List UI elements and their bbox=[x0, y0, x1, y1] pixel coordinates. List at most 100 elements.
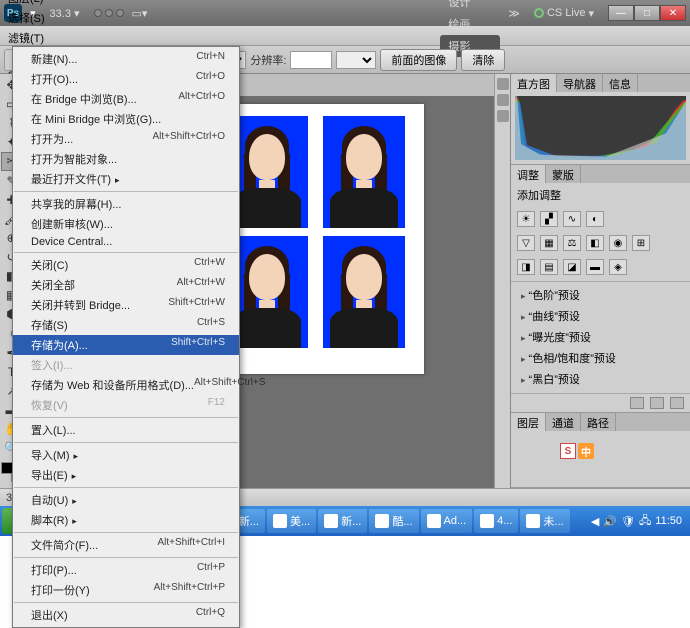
file-menu-item[interactable]: 最近打开文件(T) bbox=[13, 169, 239, 189]
title-zoom: 33.3 ▾ bbox=[50, 7, 80, 20]
adj-footer-icon[interactable] bbox=[650, 397, 664, 409]
menu-5[interactable]: 滤镜(T) bbox=[2, 28, 54, 48]
taskbar-item[interactable]: 未... bbox=[520, 509, 569, 533]
cs-live-button[interactable]: CS Live ▾ bbox=[528, 7, 600, 20]
file-menu-item[interactable]: 置入(L)... bbox=[13, 420, 239, 440]
vibrance-icon[interactable]: ▽ bbox=[517, 235, 535, 251]
taskbar-item[interactable]: 新... bbox=[318, 509, 367, 533]
chanmix-icon[interactable]: ⊞ bbox=[632, 235, 650, 251]
workspace-mode-tab[interactable]: 绘画 bbox=[440, 13, 500, 35]
file-menu-item[interactable]: 打开(O)...Ctrl+O bbox=[13, 69, 239, 89]
sogou-badge[interactable]: S bbox=[560, 443, 576, 459]
photo-filter-icon[interactable]: ◉ bbox=[609, 235, 627, 251]
more-modes-icon[interactable]: ≫ bbox=[508, 7, 520, 20]
panel-tab[interactable]: 调整 bbox=[511, 165, 546, 183]
curves-icon[interactable]: ∿ bbox=[563, 211, 581, 227]
adjustment-preset[interactable]: “色阶”预设 bbox=[515, 285, 686, 305]
panel-tab[interactable]: 路径 bbox=[581, 413, 616, 431]
file-menu-item: 签入(I)... bbox=[13, 355, 239, 375]
bw-icon[interactable]: ◧ bbox=[586, 235, 604, 251]
adjustment-preset[interactable]: “黑白”预设 bbox=[515, 369, 686, 389]
tray-icon[interactable]: 🖧 bbox=[639, 512, 651, 531]
resolution-label: 分辨率: bbox=[250, 52, 286, 68]
panel-tab[interactable]: 通道 bbox=[546, 413, 581, 431]
file-menu-item[interactable]: 文件简介(F)...Alt+Shift+Ctrl+I bbox=[13, 535, 239, 555]
file-menu-item[interactable]: 存储(S)Ctrl+S bbox=[13, 315, 239, 335]
adj-footer-icon[interactable] bbox=[630, 397, 644, 409]
file-menu-item[interactable]: Device Central... bbox=[13, 234, 239, 250]
brightness-icon[interactable]: ☀ bbox=[517, 211, 535, 227]
gradmap-icon[interactable]: ▬ bbox=[586, 259, 604, 275]
menu-4[interactable]: 选择(S) bbox=[2, 8, 54, 28]
ime-cn-badge[interactable]: 中 bbox=[578, 443, 594, 459]
menu-3[interactable]: 图层(L) bbox=[2, 0, 54, 8]
adjustment-preset[interactable]: “曲线”预设 bbox=[515, 306, 686, 326]
panel-strip bbox=[494, 74, 510, 488]
file-menu-item[interactable]: 打印一份(Y)Alt+Shift+Ctrl+P bbox=[13, 580, 239, 600]
file-menu-item[interactable]: 创建新审核(W)... bbox=[13, 214, 239, 234]
invert-icon[interactable]: ◨ bbox=[517, 259, 535, 275]
file-menu-item[interactable]: 退出(X)Ctrl+Q bbox=[13, 605, 239, 625]
panel-icon[interactable] bbox=[497, 78, 509, 90]
panel-tab[interactable]: 蒙版 bbox=[546, 165, 581, 183]
adjustments-panel: 调整蒙版 添加调整 ☀ ▞ ∿ ◐ ▽ ▦ ⚖ ◧ ◉ ⊞ ◨ ▤ ◪ ▬ ◈ bbox=[511, 165, 690, 413]
adjustment-icons-row3: ◨ ▤ ◪ ▬ ◈ bbox=[511, 255, 690, 279]
panel-tab[interactable]: 图层 bbox=[511, 413, 546, 431]
panel-tab[interactable]: 直方图 bbox=[511, 74, 557, 92]
taskbar-item[interactable]: Ad... bbox=[421, 509, 473, 533]
file-menu-item[interactable]: 导出(E) bbox=[13, 465, 239, 485]
adjustments-title: 添加调整 bbox=[511, 183, 690, 207]
panel-icon[interactable] bbox=[497, 94, 509, 106]
file-menu-item[interactable]: 脚本(R) bbox=[13, 510, 239, 530]
taskbar-item[interactable]: 4... bbox=[474, 509, 518, 533]
canvas[interactable] bbox=[214, 104, 424, 374]
exposure-icon[interactable]: ◐ bbox=[586, 211, 604, 227]
clear-button[interactable]: 清除 bbox=[461, 49, 505, 71]
posterize-icon[interactable]: ▤ bbox=[540, 259, 558, 275]
file-menu-dropdown: 新建(N)...Ctrl+N打开(O)...Ctrl+O在 Bridge 中浏览… bbox=[12, 46, 240, 628]
file-menu-item[interactable]: 关闭并转到 Bridge...Shift+Ctrl+W bbox=[13, 295, 239, 315]
cslive-icon bbox=[534, 8, 544, 18]
adjustment-preset[interactable]: “曝光度”预设 bbox=[515, 327, 686, 347]
workspace-mode-tab[interactable]: 设计 bbox=[440, 0, 500, 13]
resolution-input[interactable] bbox=[290, 51, 332, 69]
arrange-docs[interactable] bbox=[94, 9, 124, 17]
file-menu-item[interactable]: 在 Bridge 中浏览(B)...Alt+Ctrl+O bbox=[13, 89, 239, 109]
file-menu-item[interactable]: 导入(M) bbox=[13, 445, 239, 465]
taskbar-item[interactable]: 酷... bbox=[369, 509, 418, 533]
screen-mode-icon[interactable]: ▭▾ bbox=[132, 7, 148, 20]
tray-icon[interactable]: ◀ bbox=[591, 515, 599, 528]
system-tray[interactable]: ◀ 🔊 🛡 🖧 11:50 bbox=[585, 512, 688, 531]
adj-footer-icon[interactable] bbox=[670, 397, 684, 409]
file-menu-item[interactable]: 共享我的屏幕(H)... bbox=[13, 194, 239, 214]
file-menu-item[interactable]: 存储为(A)...Shift+Ctrl+S bbox=[13, 335, 239, 355]
adjustment-preset[interactable]: “色相/饱和度”预设 bbox=[515, 348, 686, 368]
file-menu-item[interactable]: 打印(P)...Ctrl+P bbox=[13, 560, 239, 580]
ime-badges: S 中 bbox=[560, 443, 594, 459]
tray-icon[interactable]: 🔊 bbox=[603, 515, 617, 528]
panel-icon[interactable] bbox=[497, 110, 509, 122]
selcolor-icon[interactable]: ◈ bbox=[609, 259, 627, 275]
tray-icon[interactable]: 🛡 bbox=[621, 515, 635, 528]
file-menu-item[interactable]: 关闭(C)Ctrl+W bbox=[13, 255, 239, 275]
file-menu-item[interactable]: 存储为 Web 和设备所用格式(D)...Alt+Shift+Ctrl+S bbox=[13, 375, 239, 395]
maximize-button[interactable]: □ bbox=[634, 5, 660, 21]
file-menu-item[interactable]: 新建(N)...Ctrl+N bbox=[13, 49, 239, 69]
colorbal-icon[interactable]: ⚖ bbox=[563, 235, 581, 251]
id-photo bbox=[323, 116, 405, 228]
file-menu-item[interactable]: 关闭全部Alt+Ctrl+W bbox=[13, 275, 239, 295]
panel-tab[interactable]: 导航器 bbox=[557, 74, 603, 92]
close-button[interactable]: ✕ bbox=[660, 5, 686, 21]
file-menu-item[interactable]: 自动(U) bbox=[13, 490, 239, 510]
front-image-button[interactable]: 前面的图像 bbox=[380, 49, 457, 71]
minimize-button[interactable]: — bbox=[608, 5, 634, 21]
panel-tab[interactable]: 信息 bbox=[603, 74, 638, 92]
hue-icon[interactable]: ▦ bbox=[540, 235, 558, 251]
threshold-icon[interactable]: ◪ bbox=[563, 259, 581, 275]
file-menu-item[interactable]: 在 Mini Bridge 中浏览(G)... bbox=[13, 109, 239, 129]
res-unit-select[interactable] bbox=[336, 51, 376, 69]
file-menu-item[interactable]: 打开为...Alt+Shift+Ctrl+O bbox=[13, 129, 239, 149]
file-menu-item[interactable]: 打开为智能对象... bbox=[13, 149, 239, 169]
levels-icon[interactable]: ▞ bbox=[540, 211, 558, 227]
taskbar-item[interactable]: 美... bbox=[267, 509, 316, 533]
